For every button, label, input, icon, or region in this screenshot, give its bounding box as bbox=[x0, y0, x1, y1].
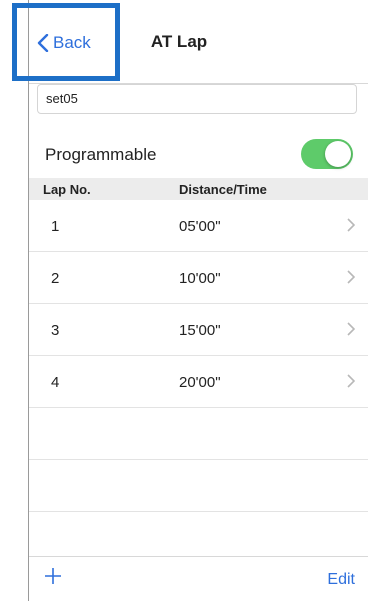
toggle-knob bbox=[325, 141, 351, 167]
lap-value: 10'00" bbox=[179, 270, 221, 287]
chevron-right-icon bbox=[347, 322, 355, 336]
lap-number: 4 bbox=[51, 374, 60, 391]
edit-button[interactable]: Edit bbox=[327, 571, 355, 589]
lap-list: 1 05'00" 2 10'00" 3 15'00" 4 20'00" bbox=[29, 200, 368, 564]
lap-number: 3 bbox=[51, 322, 60, 339]
empty-row bbox=[29, 460, 368, 512]
phone-screen: Back AT Lap set05 Programmable Lap No. D… bbox=[28, 0, 368, 602]
header-lap-no: Lap No. bbox=[43, 182, 91, 197]
table-header: Lap No. Distance/Time bbox=[29, 178, 368, 200]
table-row[interactable]: 4 20'00" bbox=[29, 356, 368, 408]
navigation-bar: Back AT Lap bbox=[29, 0, 368, 84]
table-row[interactable]: 1 05'00" bbox=[29, 200, 368, 252]
empty-row bbox=[29, 408, 368, 460]
bottom-toolbar: Edit bbox=[29, 556, 368, 602]
plus-icon[interactable] bbox=[43, 566, 63, 586]
lap-number: 2 bbox=[51, 270, 60, 287]
chevron-right-icon bbox=[347, 218, 355, 232]
chevron-right-icon bbox=[347, 270, 355, 284]
table-row[interactable]: 2 10'00" bbox=[29, 252, 368, 304]
programmable-row: Programmable bbox=[29, 135, 368, 173]
table-row[interactable]: 3 15'00" bbox=[29, 304, 368, 356]
header-distance-time: Distance/Time bbox=[179, 182, 267, 197]
programmable-toggle[interactable] bbox=[301, 139, 353, 169]
page-title: AT Lap bbox=[150, 32, 208, 51]
lap-number: 1 bbox=[51, 218, 60, 235]
lap-value: 20'00" bbox=[179, 374, 221, 391]
chevron-right-icon bbox=[347, 374, 355, 388]
name-field[interactable]: set05 bbox=[37, 84, 357, 114]
lap-value: 15'00" bbox=[179, 322, 221, 339]
lap-value: 05'00" bbox=[179, 218, 221, 235]
programmable-label: Programmable bbox=[45, 145, 157, 164]
